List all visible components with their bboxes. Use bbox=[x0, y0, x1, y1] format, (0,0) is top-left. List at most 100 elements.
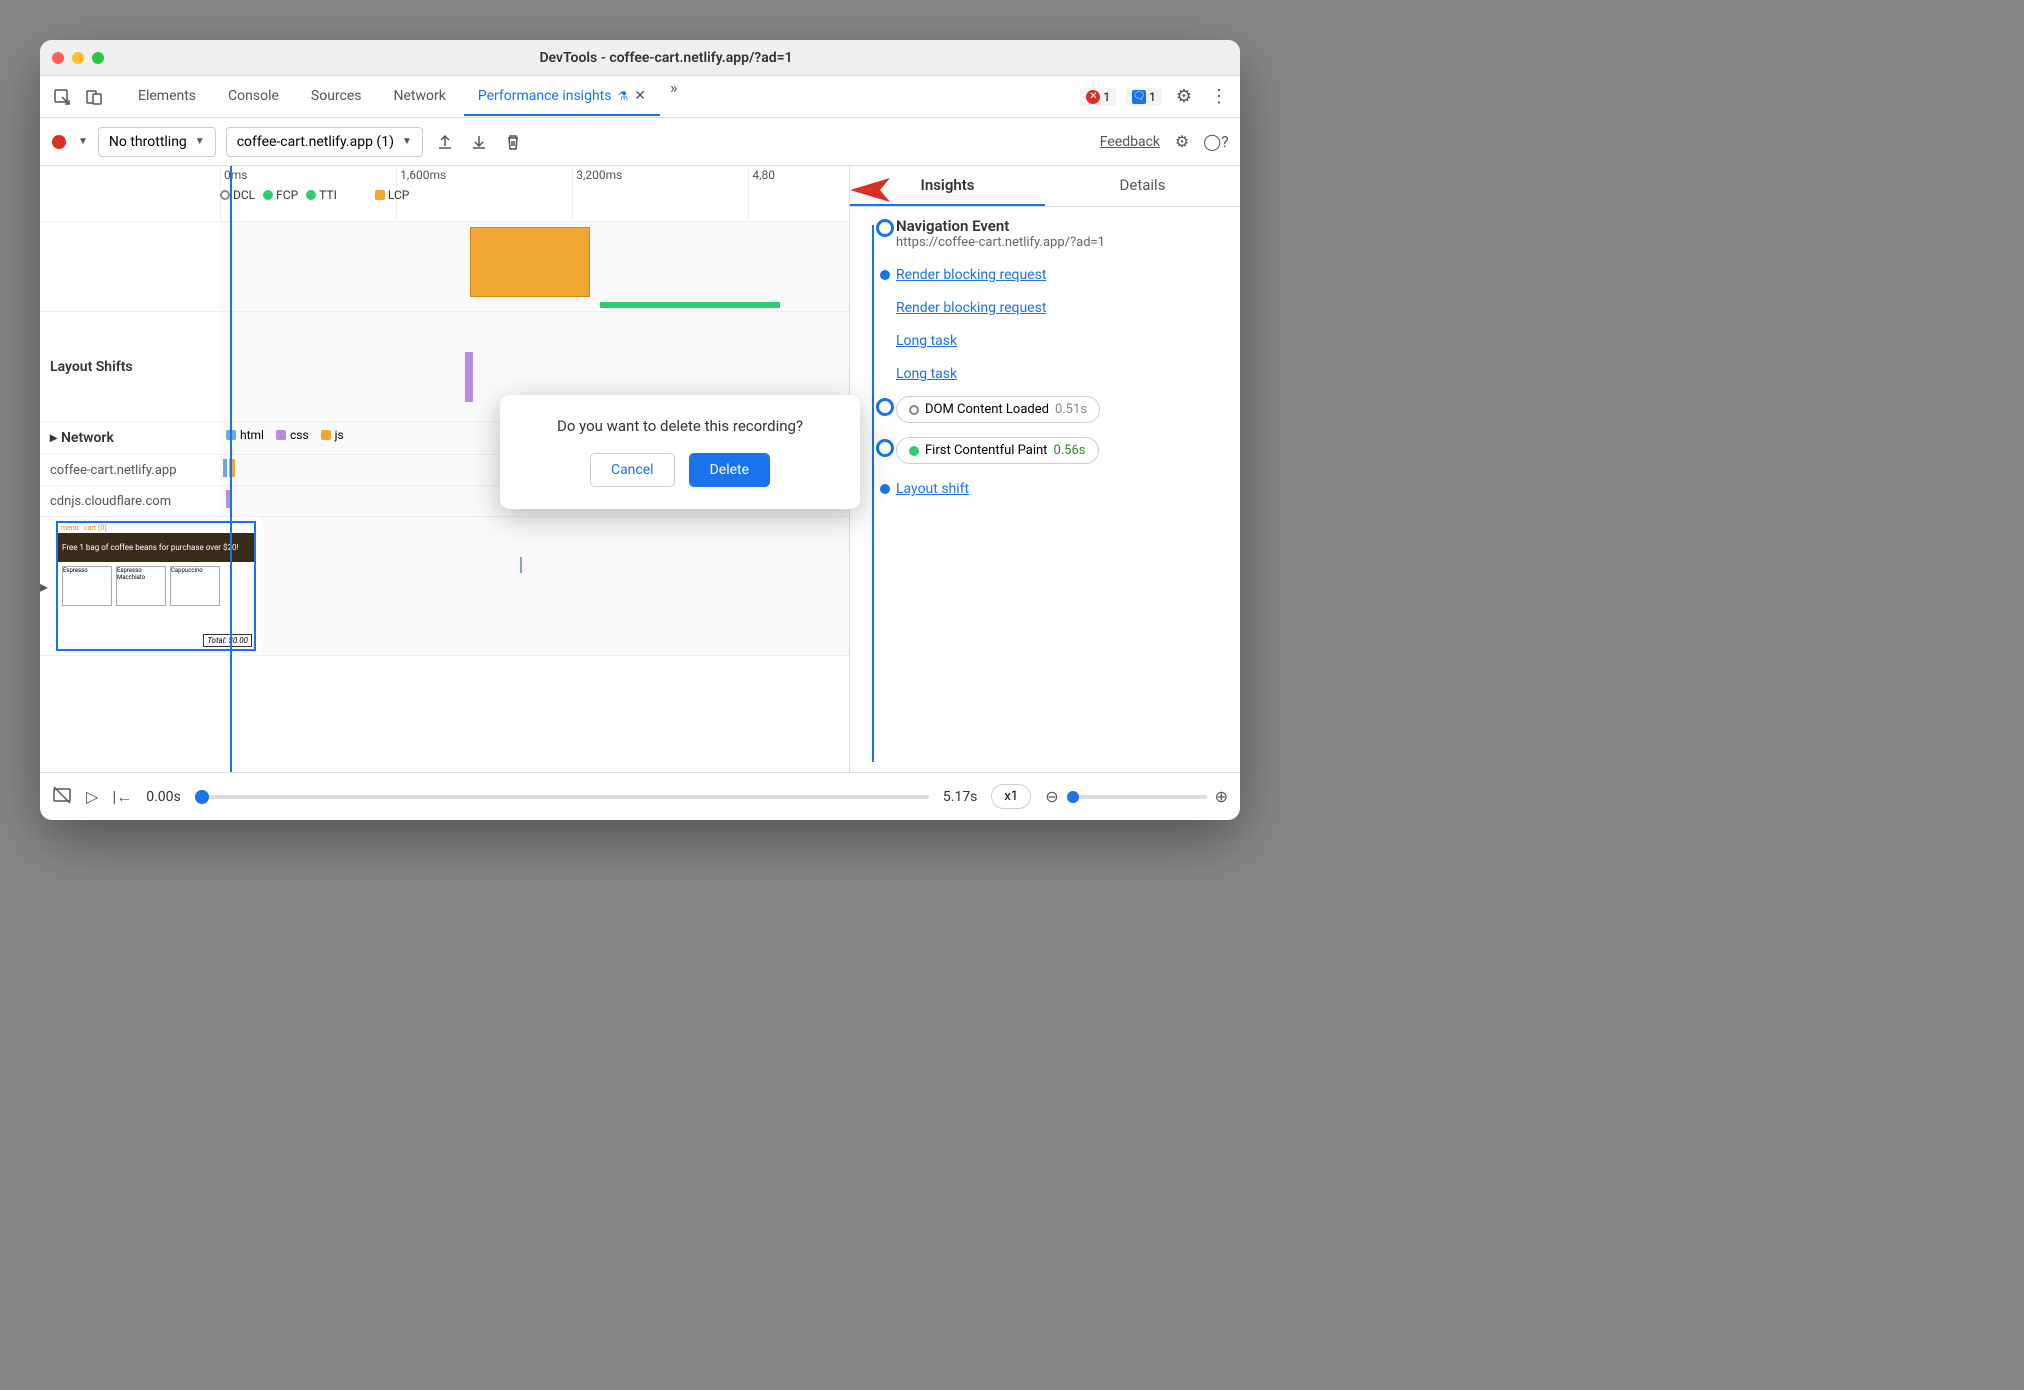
settings-icon[interactable]: ⚙ bbox=[1172, 82, 1196, 111]
tab-elements[interactable]: Elements bbox=[124, 78, 210, 116]
insight-url: https://coffee-cart.netlify.app/?ad=1 bbox=[896, 235, 1228, 250]
tab-details[interactable]: Details bbox=[1045, 166, 1240, 206]
recording-select[interactable]: coffee-cart.netlify.app (1) ▼ bbox=[226, 127, 423, 157]
fcp-pill-icon bbox=[909, 446, 919, 456]
panel-tabbar: Elements Console Sources Network Perform… bbox=[40, 76, 1240, 118]
insight-link[interactable]: Long task bbox=[896, 366, 957, 382]
playhead-line[interactable] bbox=[230, 166, 232, 772]
insight-dcl[interactable]: DOM Content Loaded 0.51s bbox=[862, 396, 1228, 423]
cancel-button[interactable]: Cancel bbox=[590, 453, 675, 487]
tab-network[interactable]: Network bbox=[380, 78, 460, 116]
tabs-overflow-icon[interactable]: » bbox=[664, 78, 684, 116]
timeline-node-icon bbox=[880, 270, 890, 280]
zoom-slider[interactable] bbox=[1067, 795, 1207, 799]
timeline-node-icon bbox=[880, 484, 890, 494]
close-tab-icon[interactable]: ✕ bbox=[634, 88, 646, 104]
tab-console[interactable]: Console bbox=[214, 78, 293, 116]
inspect-icon[interactable] bbox=[48, 83, 76, 111]
lcp-block[interactable] bbox=[470, 227, 590, 297]
recording-value: coffee-cart.netlify.app (1) bbox=[237, 134, 394, 150]
timeline-ruler: 0ms 1,600ms 3,200ms 4,80 DCL FCP TTI LCP bbox=[40, 166, 849, 222]
device-toggle-icon[interactable] bbox=[80, 83, 108, 111]
error-count-badge[interactable]: ✕ 1 bbox=[1080, 88, 1116, 106]
upload-icon[interactable] bbox=[433, 130, 457, 154]
perf-toolbar: ▼ No throttling ▼ coffee-cart.netlify.ap… bbox=[40, 118, 1240, 166]
maximize-window-button[interactable] bbox=[92, 52, 104, 64]
filmstrip-toggle[interactable]: ▸ bbox=[40, 517, 52, 655]
zoom-controls: ⊖ ⊕ bbox=[1045, 787, 1228, 806]
minimize-window-button[interactable] bbox=[72, 52, 84, 64]
tab-label: Performance insights bbox=[478, 88, 612, 104]
window-title: DevTools - coffee-cart.netlify.app/?ad=1 bbox=[104, 50, 1228, 66]
timeline-markers: DCL FCP TTI LCP bbox=[220, 188, 409, 202]
zoom-out-icon[interactable]: ⊖ bbox=[1045, 787, 1058, 806]
lcp-marker-icon bbox=[375, 190, 385, 200]
tab-sources[interactable]: Sources bbox=[297, 78, 376, 116]
cls-strip[interactable] bbox=[600, 302, 780, 308]
panel-settings-icon[interactable]: ⚙ bbox=[1170, 130, 1194, 154]
chevron-down-icon: ▼ bbox=[402, 136, 412, 147]
play-icon[interactable]: ▷ bbox=[86, 787, 98, 806]
devtools-window: DevTools - coffee-cart.netlify.app/?ad=1… bbox=[40, 40, 1240, 820]
insight-link[interactable]: Render blocking request bbox=[896, 267, 1046, 283]
traffic-lights bbox=[52, 52, 104, 64]
tick: 3,200ms bbox=[572, 168, 622, 223]
record-button[interactable] bbox=[52, 135, 66, 149]
speed-select[interactable]: x1 bbox=[991, 784, 1031, 809]
host-label: cdnjs.cloudflare.com bbox=[40, 486, 220, 516]
right-tabs: Insights Details bbox=[850, 166, 1240, 207]
info-icon: 🗨 bbox=[1132, 90, 1146, 104]
request-bar[interactable] bbox=[223, 459, 227, 477]
network-label[interactable]: ▸ Network bbox=[40, 422, 220, 454]
request-bar[interactable] bbox=[520, 557, 522, 573]
insights-list[interactable]: Navigation Event https://coffee-cart.net… bbox=[850, 207, 1240, 772]
metric-pill: DOM Content Loaded 0.51s bbox=[896, 396, 1100, 423]
panel-tabs: Elements Console Sources Network Perform… bbox=[124, 78, 1076, 116]
throttling-value: No throttling bbox=[109, 134, 187, 150]
record-menu-icon[interactable]: ▼ bbox=[78, 136, 88, 147]
insight-link[interactable]: Layout shift bbox=[896, 481, 969, 497]
close-window-button[interactable] bbox=[52, 52, 64, 64]
insight-link[interactable]: Render blocking request bbox=[896, 300, 1046, 316]
time-end: 5.17s bbox=[943, 789, 978, 805]
insight-item: Long task bbox=[862, 363, 1228, 382]
arrow-annotation bbox=[835, 168, 895, 216]
info-count-badge[interactable]: 🗨 1 bbox=[1126, 88, 1162, 106]
titlebar: DevTools - coffee-cart.netlify.app/?ad=1 bbox=[40, 40, 1240, 76]
tick: 4,80 bbox=[748, 168, 775, 223]
layout-shifts-label: Layout Shifts bbox=[40, 312, 220, 421]
timeline-node-icon bbox=[876, 219, 894, 237]
thumb-item: Cappuccino bbox=[170, 566, 220, 606]
insight-item: Render blocking request bbox=[862, 264, 1228, 283]
throttling-select[interactable]: No throttling ▼ bbox=[98, 127, 216, 157]
playback-slider[interactable] bbox=[195, 795, 929, 799]
help-icon[interactable]: ◯? bbox=[1204, 130, 1228, 154]
toggle-screenshots-icon[interactable] bbox=[52, 785, 72, 809]
insights-pane: Insights Details Navigation Event https:… bbox=[850, 166, 1240, 772]
insight-fcp[interactable]: First Contentful Paint 0.56s bbox=[862, 437, 1228, 464]
insight-item: Layout shift bbox=[862, 478, 1228, 497]
insight-navigation[interactable]: Navigation Event https://coffee-cart.net… bbox=[862, 217, 1228, 250]
rewind-icon[interactable]: |← bbox=[112, 787, 132, 807]
error-icon: ✕ bbox=[1086, 90, 1100, 104]
tab-performance-insights[interactable]: Performance insights ⚗ ✕ bbox=[464, 78, 660, 116]
dcl-pill-icon bbox=[909, 405, 919, 415]
more-menu-icon[interactable]: ⋮ bbox=[1206, 82, 1232, 111]
zoom-in-icon[interactable]: ⊕ bbox=[1215, 787, 1228, 806]
download-icon[interactable] bbox=[467, 130, 491, 154]
shift-bar[interactable] bbox=[465, 352, 473, 402]
insight-item: Long task bbox=[862, 330, 1228, 349]
delete-button[interactable]: Delete bbox=[689, 453, 770, 487]
insight-link[interactable]: Long task bbox=[896, 333, 957, 349]
feedback-link[interactable]: Feedback bbox=[1100, 134, 1160, 150]
delete-icon[interactable] bbox=[501, 130, 525, 154]
insight-title: Navigation Event bbox=[896, 217, 1228, 235]
metric-pill: First Contentful Paint 0.56s bbox=[896, 437, 1099, 464]
flask-icon: ⚗ bbox=[617, 89, 628, 103]
chevron-down-icon: ▼ bbox=[195, 136, 205, 147]
time-start: 0.00s bbox=[146, 789, 181, 805]
dcl-marker-icon bbox=[220, 190, 230, 200]
dialog-message: Do you want to delete this recording? bbox=[520, 417, 840, 435]
thumb-item: Espresso bbox=[62, 566, 112, 606]
filmstrip-frame[interactable]: menu cart (0) Free 1 bag of coffee beans… bbox=[56, 521, 256, 651]
